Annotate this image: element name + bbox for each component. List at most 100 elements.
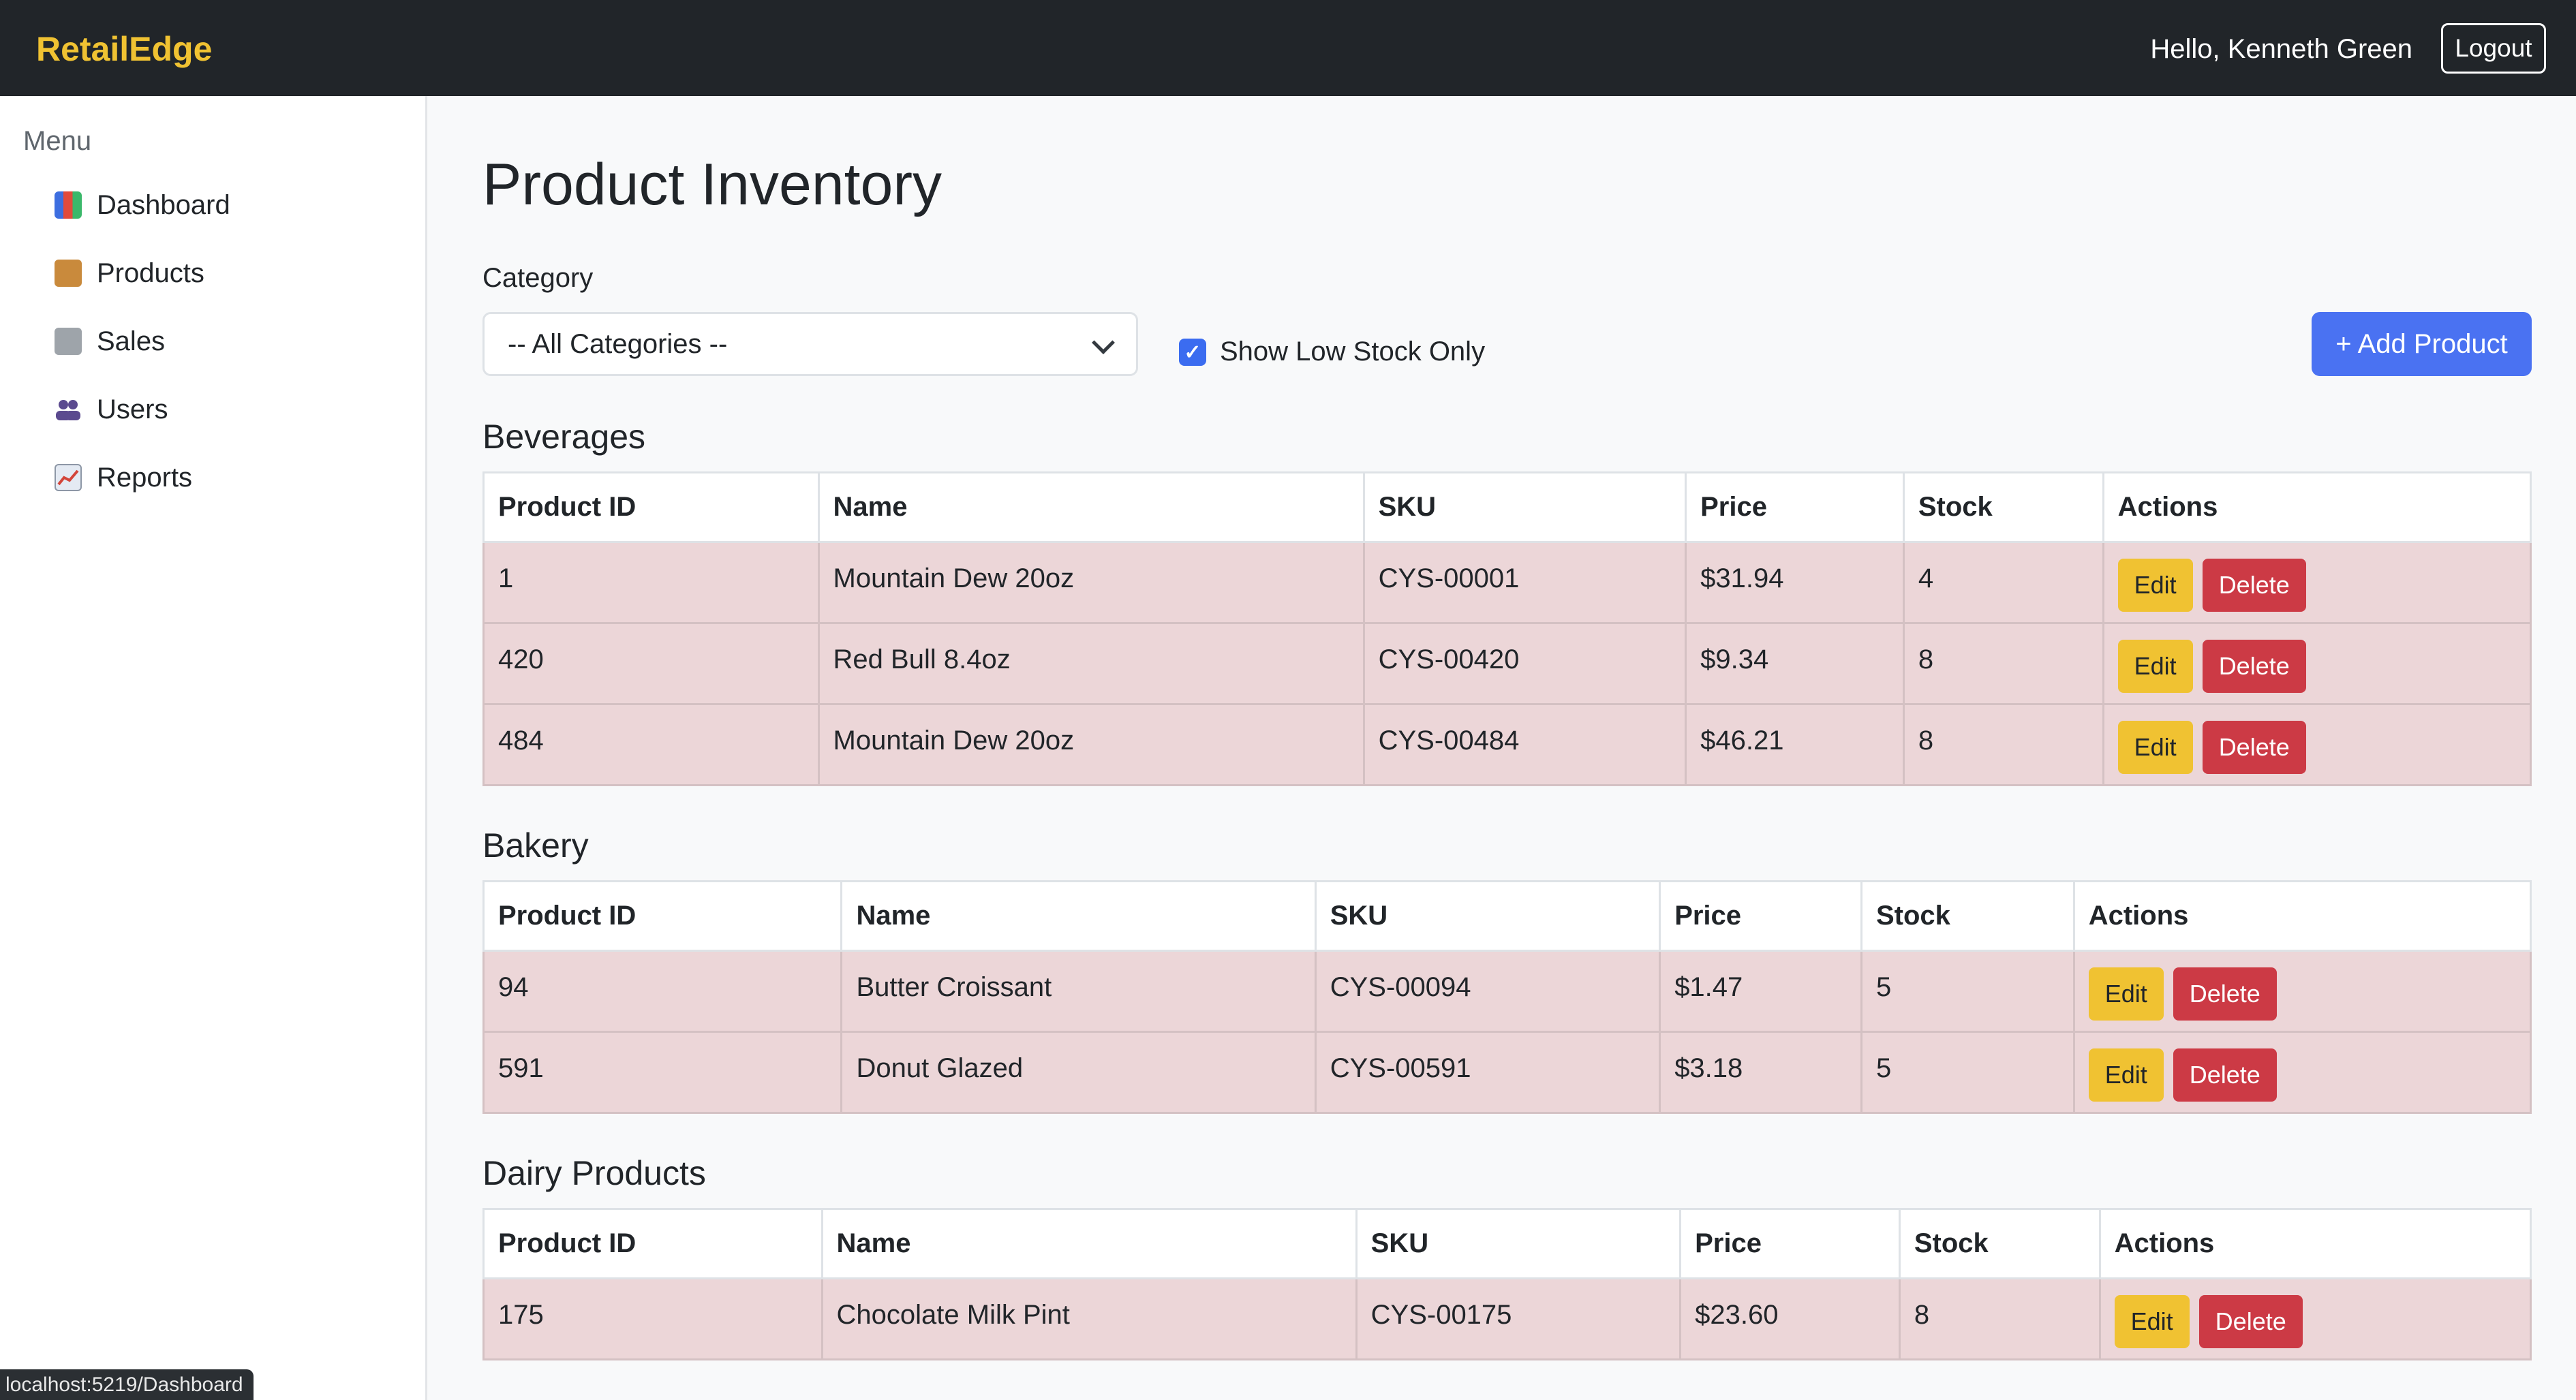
cell-stock: 4	[1918, 563, 1934, 593]
cell-product-id: 94	[498, 971, 529, 1002]
sidebar-item-label: Dashboard	[97, 189, 230, 220]
cell-name: Donut Glazed	[856, 1053, 1024, 1083]
cell-price: $46.21	[1700, 725, 1784, 756]
column-header: Product ID	[482, 880, 843, 952]
column-header: Actions	[2098, 1208, 2532, 1279]
section-title-dairy: Dairy Products	[482, 1154, 706, 1192]
sidebar-item-products[interactable]: Products	[55, 253, 204, 294]
edit-button[interactable]: Edit	[2117, 640, 2193, 693]
cell-name: Mountain Dew 20oz	[833, 563, 1075, 593]
delete-button[interactable]: Delete	[2202, 559, 2306, 612]
table-row: 420 Red Bull 8.4oz CYS-00420 $9.34 8 Edi…	[482, 622, 2532, 705]
cell-stock: 8	[1914, 1299, 1930, 1330]
column-header: SKU	[1355, 1208, 1682, 1279]
cell-stock: 5	[1875, 971, 1892, 1002]
cell-name: Red Bull 8.4oz	[833, 644, 1011, 674]
cell-stock: 8	[1918, 725, 1934, 756]
receipt-icon	[55, 328, 82, 355]
column-header: Product ID	[482, 471, 820, 543]
cell-stock: 8	[1918, 644, 1934, 674]
column-header: SKU	[1314, 880, 1661, 952]
logout-button[interactable]: Logout	[2441, 23, 2546, 74]
sidebar-item-label: Reports	[97, 462, 193, 493]
table-header-row: Product ID Name SKU Price Stock Actions	[482, 1208, 2532, 1279]
sidebar-item-sales[interactable]: Sales	[55, 321, 165, 362]
sidebar-menu-title: Menu	[23, 126, 92, 156]
cell-product-id: 1	[498, 563, 514, 593]
cell-price: $23.60	[1695, 1299, 1779, 1330]
users-icon	[55, 396, 82, 423]
column-header: Actions	[2072, 880, 2532, 952]
dairy-table: Product ID Name SKU Price Stock Actions …	[482, 1208, 2532, 1360]
category-select[interactable]: -- All Categories --	[482, 312, 1138, 376]
browser-status-url: localhost:5219/Dashboard	[0, 1369, 254, 1400]
brand-logo[interactable]: RetailEdge	[36, 29, 212, 69]
cell-sku: CYS-00175	[1370, 1299, 1512, 1330]
cell-name: Chocolate Milk Pint	[836, 1299, 1070, 1330]
table-row: 591 Donut Glazed CYS-00591 $3.18 5 Edit D…	[482, 1031, 2532, 1114]
category-select-value: -- All Categories --	[508, 328, 728, 359]
user-greeting: Hello, Kenneth Green	[2150, 34, 2412, 64]
cell-product-id: 420	[498, 644, 544, 674]
edit-button[interactable]: Edit	[2117, 721, 2193, 774]
page-title: Product Inventory	[482, 152, 942, 217]
cell-sku: CYS-00484	[1378, 725, 1520, 756]
table-row: 175 Chocolate Milk Pint CYS-00175 $23.60…	[482, 1277, 2532, 1360]
edit-button[interactable]: Edit	[2088, 967, 2164, 1021]
delete-button[interactable]: Delete	[2173, 1048, 2277, 1102]
cell-price: $3.18	[1674, 1053, 1743, 1083]
column-header: Product ID	[482, 1208, 823, 1279]
bar-chart-icon	[55, 191, 82, 219]
cell-sku: CYS-00591	[1330, 1053, 1471, 1083]
category-label: Category	[482, 263, 594, 293]
cell-sku: CYS-00094	[1330, 971, 1471, 1002]
column-header: Price	[1685, 471, 1905, 543]
table-header-row: Product ID Name SKU Price Stock Actions	[482, 471, 2532, 543]
delete-button[interactable]: Delete	[2202, 640, 2306, 693]
sidebar-item-users[interactable]: Users	[55, 389, 168, 430]
beverages-table: Product ID Name SKU Price Stock Actions …	[482, 471, 2532, 786]
sidebar-item-label: Products	[97, 258, 204, 288]
column-header: Stock	[1898, 1208, 2101, 1279]
table-row: 484 Mountain Dew 20oz CYS-00484 $46.21 8…	[482, 703, 2532, 786]
column-header: Stock	[1860, 880, 2075, 952]
sidebar-item-dashboard[interactable]: Dashboard	[55, 185, 230, 225]
table-row: 1 Mountain Dew 20oz CYS-00001 $31.94 4 E…	[482, 541, 2532, 624]
delete-button[interactable]: Delete	[2198, 1295, 2303, 1348]
edit-button[interactable]: Edit	[2114, 1295, 2190, 1348]
cell-name: Mountain Dew 20oz	[833, 725, 1075, 756]
package-icon	[55, 260, 82, 287]
column-header: Stock	[1902, 471, 2104, 543]
sidebar-item-label: Sales	[97, 326, 166, 356]
column-header: Price	[1679, 1208, 1901, 1279]
sidebar: Menu Dashboard Products Sales Users Repo…	[0, 96, 427, 1400]
delete-button[interactable]: Delete	[2202, 721, 2306, 774]
column-header: Price	[1659, 880, 1862, 952]
trend-chart-icon	[55, 464, 82, 491]
top-navbar: RetailEdge Hello, Kenneth Green Logout	[0, 0, 2576, 96]
cell-price: $1.47	[1674, 971, 1743, 1002]
table-header-row: Product ID Name SKU Price Stock Actions	[482, 880, 2532, 952]
sidebar-item-reports[interactable]: Reports	[55, 457, 192, 498]
chevron-down-icon	[1092, 331, 1115, 354]
table-row: 94 Butter Croissant CYS-00094 $1.47 5 Ed…	[482, 950, 2532, 1033]
low-stock-checkbox[interactable]: ✓	[1179, 339, 1206, 366]
column-header: SKU	[1362, 471, 1687, 543]
section-title-bakery: Bakery	[482, 826, 589, 865]
cell-sku: CYS-00001	[1378, 563, 1520, 593]
cell-price: $9.34	[1700, 644, 1769, 674]
column-header: Actions	[2102, 471, 2532, 543]
column-header: Name	[817, 471, 1365, 543]
add-product-button[interactable]: + Add Product	[2312, 312, 2532, 376]
cell-price: $31.94	[1700, 563, 1784, 593]
edit-button[interactable]: Edit	[2117, 559, 2193, 612]
cell-stock: 5	[1875, 1053, 1892, 1083]
cell-sku: CYS-00420	[1378, 644, 1520, 674]
delete-button[interactable]: Delete	[2173, 967, 2277, 1021]
low-stock-label[interactable]: Show Low Stock Only	[1220, 337, 1485, 367]
cell-product-id: 175	[498, 1299, 544, 1330]
checkmark-icon: ✓	[1184, 341, 1201, 364]
column-header: Name	[821, 1208, 1358, 1279]
edit-button[interactable]: Edit	[2088, 1048, 2164, 1102]
cell-name: Butter Croissant	[856, 971, 1052, 1002]
